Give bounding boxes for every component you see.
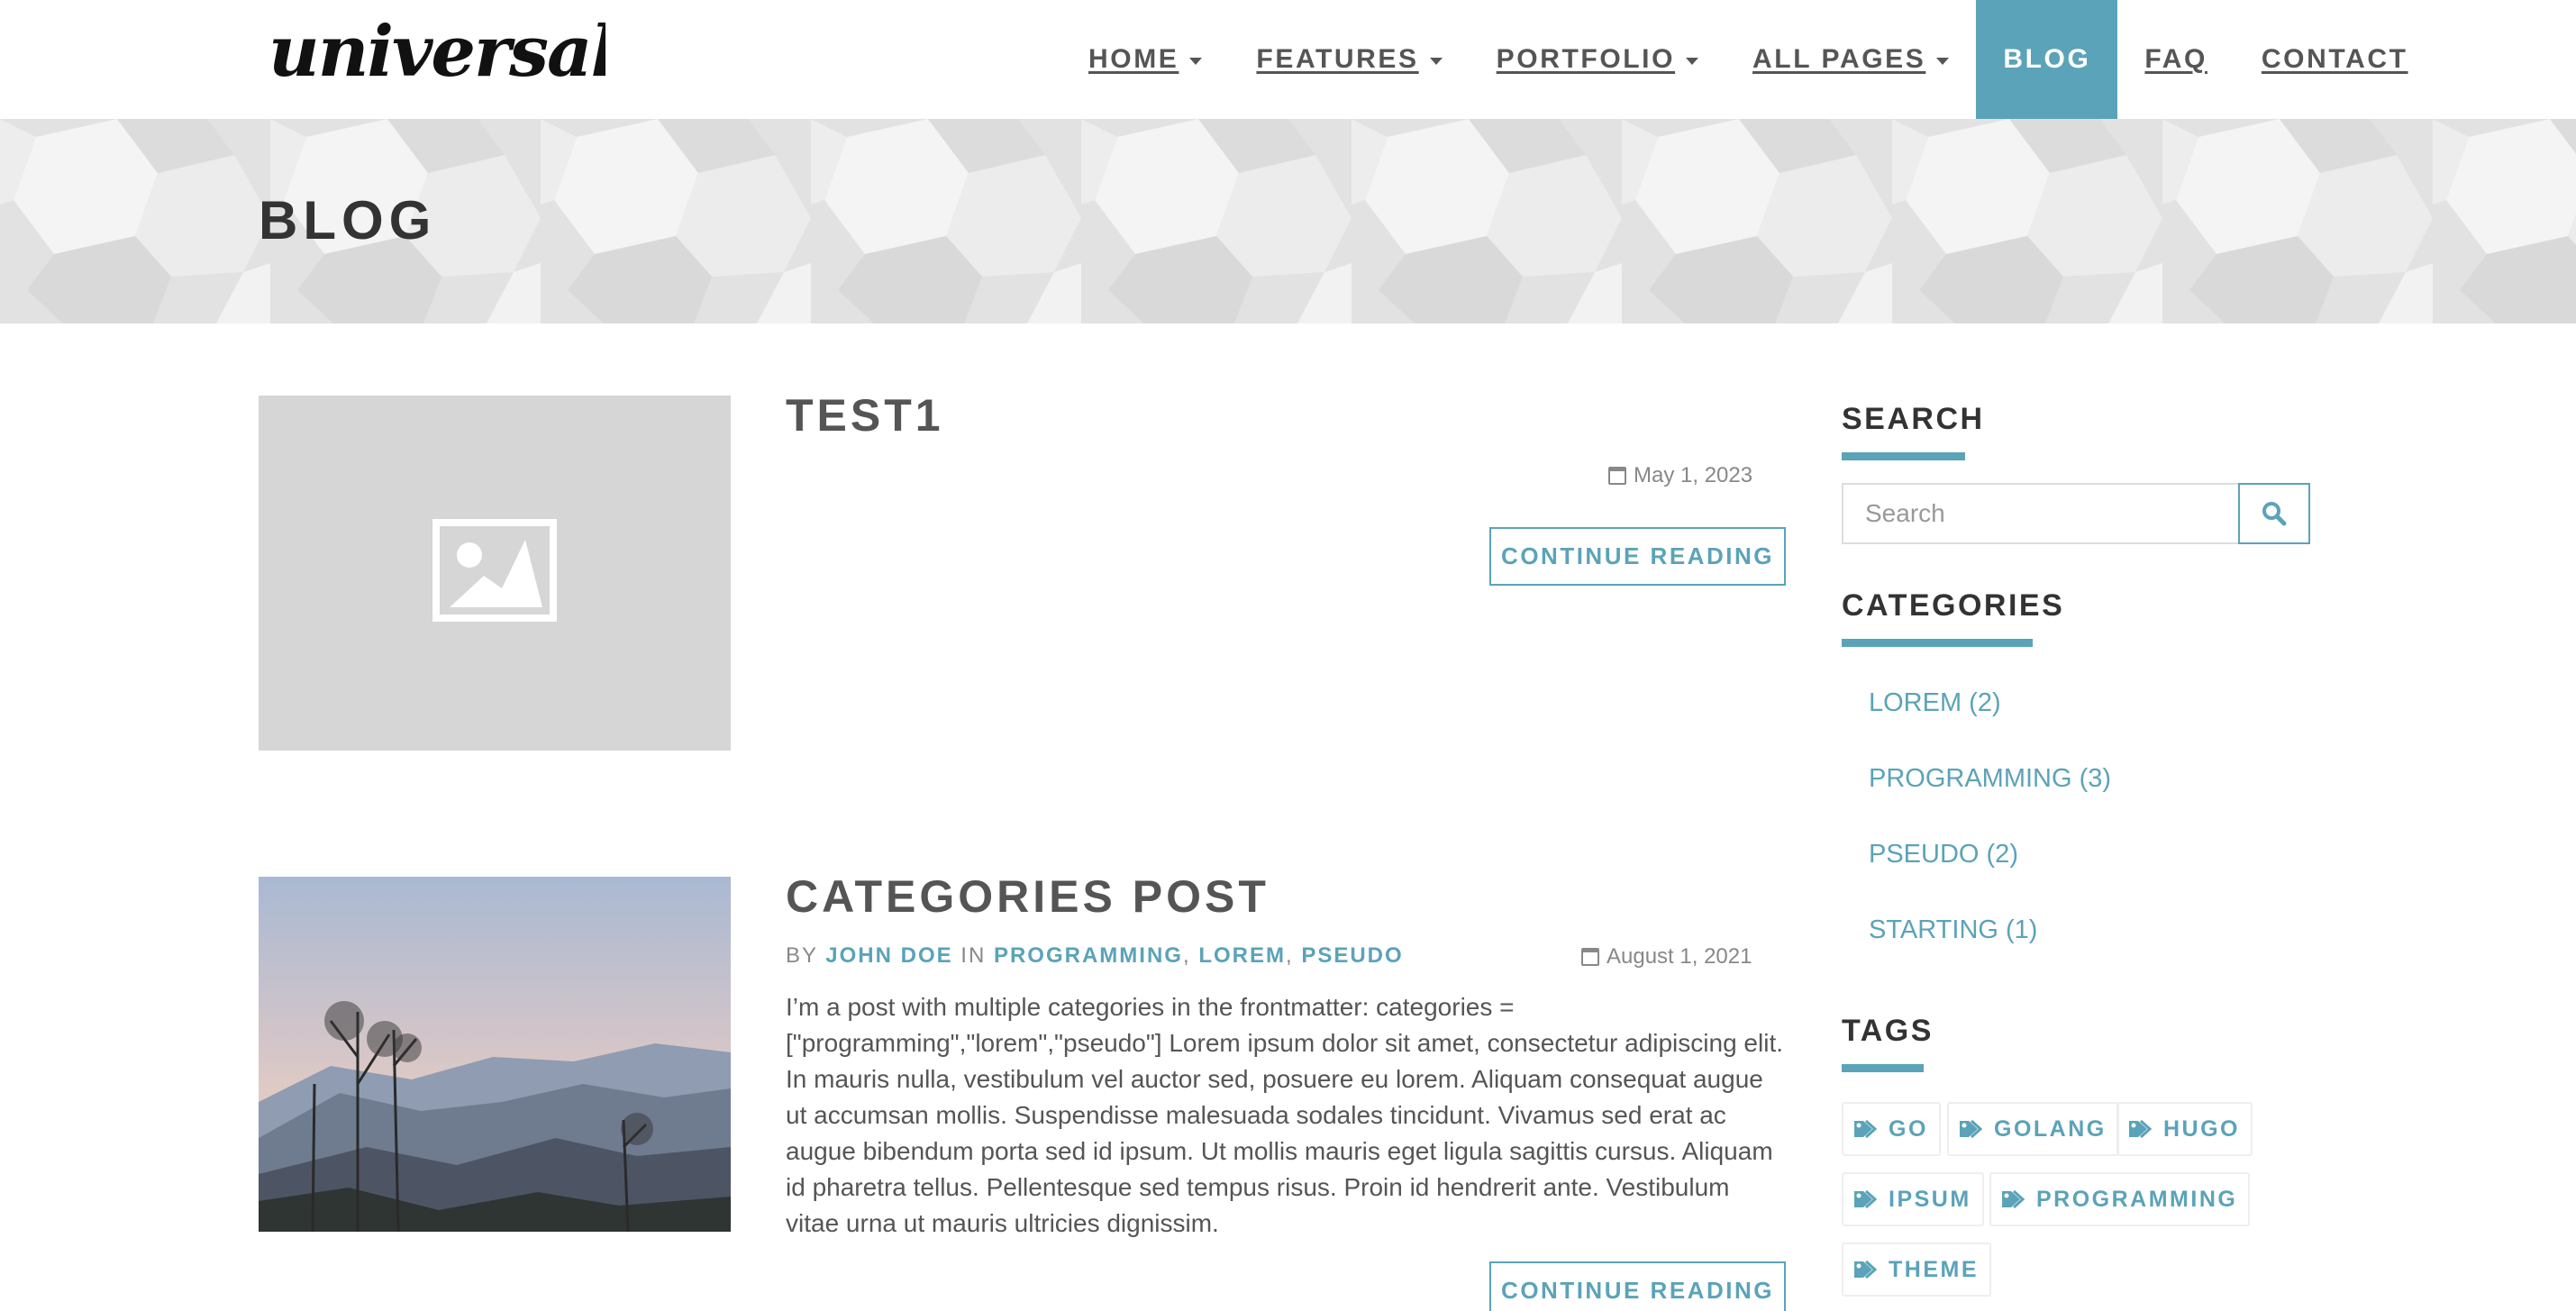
tag-go[interactable]: GO (1842, 1102, 1941, 1156)
heading-underline (1842, 1064, 1924, 1072)
chevron-down-icon (1189, 58, 1203, 65)
post-title[interactable]: TEST1 (786, 389, 944, 442)
category-item-pseudo[interactable]: PSEUDO (2) (1869, 840, 2018, 869)
mountain-landscape-photo (259, 877, 731, 1232)
nav-item-blog[interactable]: BLOG (1976, 0, 2118, 119)
post-date: August 1, 2021 (1581, 944, 1752, 970)
nav-item-portfolio[interactable]: PORTFOLIO (1470, 0, 1725, 119)
category-link[interactable]: PROGRAMMING (994, 943, 1183, 968)
category-item-programming[interactable]: PROGRAMMING (3) (1869, 764, 2111, 794)
category-item-starting[interactable]: STARTING (1) (1869, 915, 2037, 945)
post-excerpt: I’m a post with multiple categories in t… (786, 993, 1783, 1237)
tags-icon (1854, 1260, 1878, 1279)
chevron-down-icon (1429, 58, 1443, 65)
tags-icon (2129, 1119, 2153, 1139)
calendar-icon (1608, 467, 1626, 485)
post-byline: BY JOHN DOE IN PROGRAMMING, LOREM, PSEUD… (786, 943, 1404, 968)
chevron-down-icon (1686, 58, 1699, 65)
search-button[interactable] (2238, 483, 2310, 544)
category-link[interactable]: PSEUDO (1301, 943, 1403, 968)
category-item-lorem[interactable]: LOREM (2) (1869, 688, 2001, 718)
post-thumbnail[interactable] (259, 877, 731, 1232)
tag-theme[interactable]: THEME (1842, 1243, 1991, 1297)
categories-heading: CATEGORIES (1842, 588, 2064, 647)
post-title[interactable]: CATEGORIES POST (786, 870, 1270, 923)
site-logo[interactable]: universal (263, 13, 605, 94)
page-banner: BLOG (0, 119, 2576, 323)
nav-item-faq[interactable]: FAQ (2117, 0, 2234, 119)
tag-programming[interactable]: PROGRAMMING (1989, 1172, 2251, 1226)
heading-underline (1842, 452, 1965, 460)
tags-icon (1854, 1119, 1878, 1139)
page-title: BLOG (259, 190, 437, 250)
nav-item-features[interactable]: FEATURES (1229, 0, 1469, 119)
author-link[interactable]: JOHN DOE (825, 943, 952, 968)
placeholder-image-icon (432, 519, 557, 622)
post-date: May 1, 2023 (1608, 463, 1752, 488)
tags-icon (1960, 1119, 1983, 1139)
nav-item-home[interactable]: HOME (1061, 0, 1229, 119)
calendar-icon (1581, 948, 1599, 966)
site-header: universal HOME FEATURES PORTFOLIO ALL PA… (0, 0, 2576, 119)
tag-hugo[interactable]: HUGO (2116, 1102, 2253, 1156)
continue-reading-button[interactable]: CONTINUE READING (1489, 1261, 1786, 1311)
search-form (1842, 483, 2310, 544)
nav-item-contact[interactable]: CONTACT (2235, 0, 2435, 119)
tags-icon (1854, 1189, 1878, 1209)
nav-item-all-pages[interactable]: ALL PAGES (1725, 0, 1976, 119)
logo-text: universal (269, 13, 605, 93)
main-nav: HOME FEATURES PORTFOLIO ALL PAGES BLOG F… (1061, 0, 2435, 119)
tags-icon (2002, 1189, 2025, 1209)
tag-ipsum[interactable]: IPSUM (1842, 1172, 1984, 1226)
continue-reading-button[interactable]: CONTINUE READING (1489, 527, 1786, 586)
heading-underline (1842, 639, 2033, 647)
post-thumbnail[interactable] (259, 396, 731, 751)
search-heading: SEARCH (1842, 402, 1985, 460)
tags-heading: TAGS (1842, 1014, 1934, 1072)
category-link[interactable]: LOREM (1198, 943, 1286, 968)
chevron-down-icon (1936, 58, 1950, 65)
search-icon (2262, 502, 2287, 526)
search-input[interactable] (1842, 483, 2238, 544)
tag-golang[interactable]: GOLANG (1947, 1102, 2119, 1156)
